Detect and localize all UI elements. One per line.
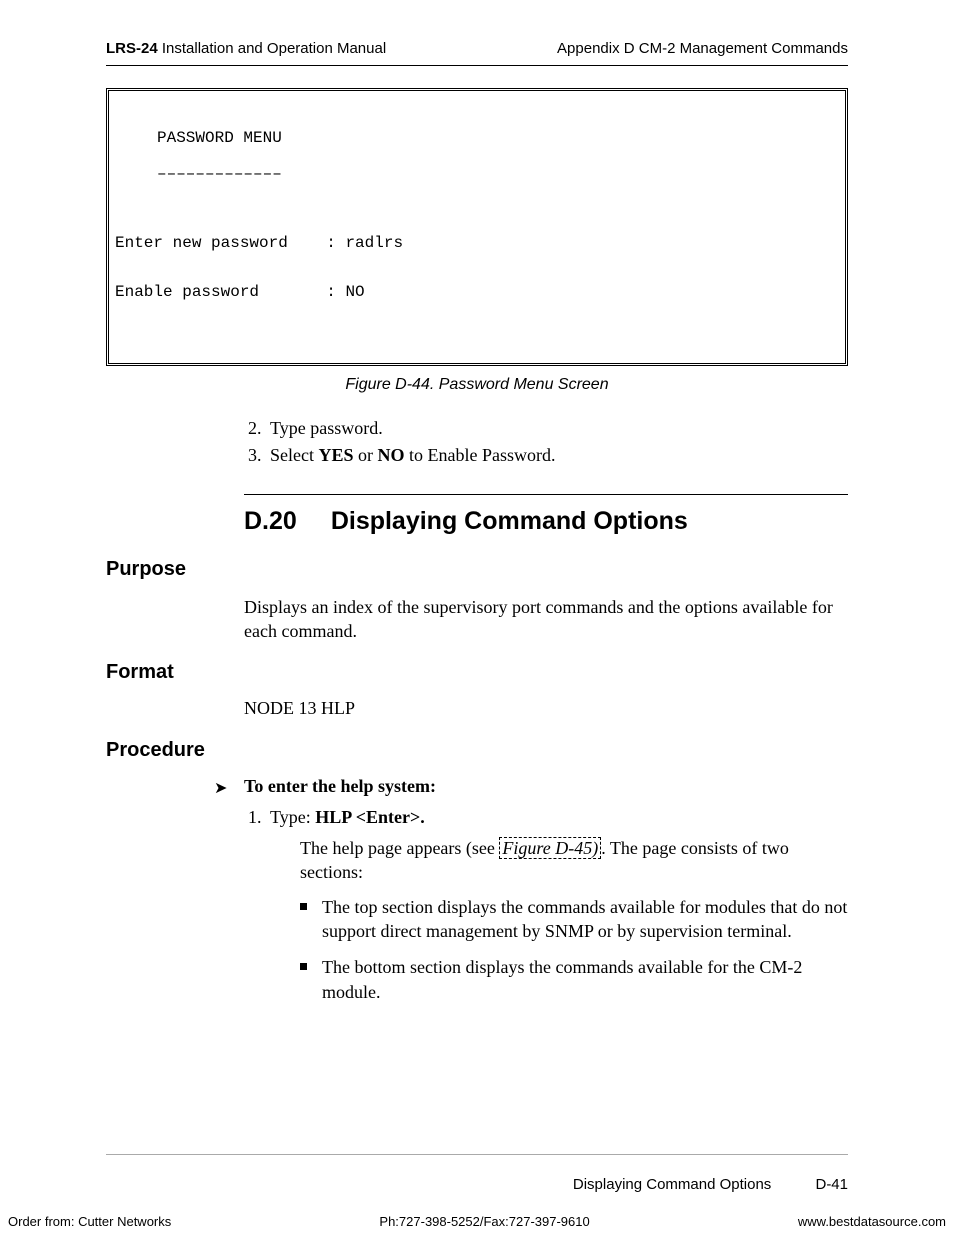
screenbox-row-2: Enable password : NO [115, 280, 845, 305]
figure-d45-link[interactable]: Figure D-45) [499, 837, 601, 859]
figure-d44-caption: Figure D-44. Password Menu Screen [106, 376, 848, 394]
steps-continuation: Type password. Select YES or NO to Enabl… [244, 418, 848, 466]
footer-running: Displaying Command Options D-41 [573, 1176, 848, 1193]
arrow-icon: ➤ [214, 778, 227, 798]
sections-list: The top section displays the commands av… [300, 895, 848, 1004]
footer-running-title: Displaying Command Options [573, 1176, 771, 1193]
screenbox-row-1: Enter new password : radlrs [115, 231, 845, 256]
step1-bold: HLP <Enter>. [315, 807, 425, 827]
footer-site: www.bestdatasource.com [798, 1214, 946, 1229]
footer-divider [106, 1154, 848, 1155]
screenbox-underline: ––––––––––––– [157, 171, 845, 177]
running-header: LRS-24 Installation and Operation Manual… [106, 40, 848, 66]
bullet-top-section: The top section displays the commands av… [300, 895, 848, 944]
row2-label: Enable password [115, 283, 259, 301]
step-2: Type password. [266, 418, 848, 439]
format-text: NODE 13 HLP [244, 698, 848, 719]
screenbox-title: PASSWORD MENU [157, 126, 845, 151]
header-left-bold: LRS-24 [106, 40, 158, 57]
section-title-text: Displaying Command Options [331, 507, 688, 535]
step3-yes: YES [318, 445, 353, 465]
footer-page-number: D-41 [815, 1176, 848, 1193]
step1-subpara: The help page appears (see Figure D-45).… [300, 836, 848, 885]
format-heading: Format [106, 661, 848, 684]
procedure-heading: Procedure [106, 739, 848, 762]
step3-part-b: to Enable Password. [405, 445, 556, 465]
purpose-heading: Purpose [106, 558, 848, 581]
step3-part-a: Select [270, 445, 318, 465]
sub-a: The help page appears (see [300, 838, 499, 858]
password-menu-screenbox: PASSWORD MENU ––––––––––––– Enter new pa… [106, 88, 848, 366]
procedure-step-1: Type: HLP <Enter>. The help page appears… [266, 807, 848, 1004]
row1-label: Enter new password [115, 234, 288, 252]
bullet-bottom-section: The bottom section displays the commands… [300, 955, 848, 1004]
section-heading: D.20 Displaying Command Options [244, 507, 848, 536]
steps-list: Type password. Select YES or NO to Enabl… [244, 418, 848, 466]
row1-value: : radlrs [326, 234, 403, 252]
section-divider [244, 494, 848, 495]
header-right: Appendix D CM-2 Management Commands [557, 40, 848, 57]
step-3: Select YES or NO to Enable Password. [266, 445, 848, 466]
header-left: LRS-24 Installation and Operation Manual [106, 40, 386, 57]
step1-prefix: Type: [270, 807, 315, 827]
footer-vendor-line: Order from: Cutter Networks Ph:727-398-5… [0, 1214, 954, 1229]
page: LRS-24 Installation and Operation Manual… [0, 0, 954, 1235]
procedure-steps: Type: HLP <Enter>. The help page appears… [244, 807, 848, 1004]
section-number: D.20 [244, 507, 297, 535]
step3-or: or [354, 445, 378, 465]
header-left-rest: Installation and Operation Manual [158, 40, 386, 57]
purpose-text: Displays an index of the supervisory por… [244, 595, 848, 644]
row2-value: : NO [326, 283, 364, 301]
footer-order: Order from: Cutter Networks [8, 1214, 171, 1229]
footer-phone: Ph:727-398-5252/Fax:727-397-9610 [379, 1214, 589, 1229]
step3-no: NO [378, 445, 405, 465]
procedure-block: ➤ To enter the help system: Type: HLP <E… [214, 776, 848, 1004]
procedure-lead: To enter the help system: [244, 776, 848, 797]
